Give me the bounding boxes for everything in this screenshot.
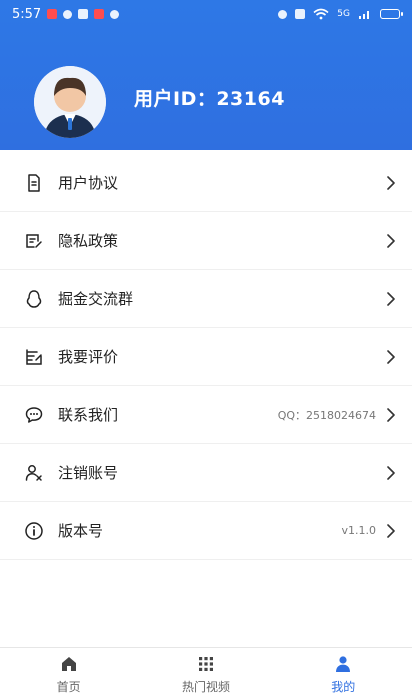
- version-value: v1.1.0: [341, 524, 377, 537]
- info-icon: [22, 519, 46, 543]
- menu-item-label: 联系我们: [58, 406, 119, 424]
- profile-header: 5:57 5G 用户ID：23164: [0, 0, 412, 150]
- alarm-icon: [278, 9, 288, 19]
- menu-item-label: 隐私政策: [58, 232, 119, 250]
- policy-icon: [22, 229, 46, 253]
- chevron-right-icon: [384, 291, 398, 306]
- notification-icon: [63, 9, 73, 19]
- network-type: 5G: [337, 9, 350, 19]
- notification-icon: [78, 9, 89, 19]
- tab-mine[interactable]: 我的: [298, 654, 388, 695]
- status-bar: 5:57 5G: [0, 0, 412, 28]
- user-remove-icon: [22, 461, 46, 485]
- menu-item-label: 用户协议: [58, 174, 119, 192]
- user-id-label: 用户ID：23164: [134, 88, 285, 110]
- grid-icon: [198, 656, 213, 671]
- tab-home[interactable]: 首页: [24, 654, 114, 695]
- signal-icon: [359, 11, 369, 19]
- chevron-right-icon: [384, 175, 398, 190]
- tab-popular-videos[interactable]: 热门视频: [161, 654, 251, 695]
- menu-item-rate-app[interactable]: 我要评价: [0, 328, 412, 386]
- chevron-right-icon: [384, 233, 398, 248]
- qq-penguin-icon: [22, 287, 46, 311]
- menu-item-privacy-policy[interactable]: 隐私政策: [0, 212, 412, 270]
- menu-item-label: 注销账号: [58, 464, 119, 482]
- status-time: 5:57: [12, 6, 42, 22]
- edit-icon: [22, 345, 46, 369]
- chevron-right-icon: [384, 465, 398, 480]
- status-bar-right: 5G: [278, 8, 403, 20]
- wifi-icon: [313, 8, 329, 20]
- status-bar-left: 5:57: [12, 6, 120, 22]
- contact-qq-value: QQ：2518024674: [277, 408, 376, 422]
- mute-icon: [295, 9, 306, 19]
- menu-item-delete-account[interactable]: 注销账号: [0, 444, 412, 502]
- menu-item-community-group[interactable]: 掘金交流群: [0, 270, 412, 328]
- document-icon: [22, 171, 46, 195]
- user-icon: [336, 655, 351, 672]
- tab-label: 热门视频: [181, 679, 230, 694]
- menu-item-label: 掘金交流群: [58, 290, 134, 308]
- avatar-image: [34, 66, 106, 138]
- notification-icon: [110, 9, 120, 19]
- menu-item-label: 我要评价: [58, 348, 119, 366]
- chevron-right-icon: [384, 407, 398, 422]
- menu-item-user-agreement[interactable]: 用户协议: [0, 154, 412, 212]
- chevron-right-icon: [384, 349, 398, 364]
- avatar[interactable]: [34, 66, 106, 138]
- menu-item-version[interactable]: 版本号 v1.1.0: [0, 502, 412, 560]
- bottom-tabbar: 首页 热门视频 我的: [0, 647, 412, 700]
- chat-bubble-icon: [22, 403, 46, 427]
- chevron-right-icon: [384, 523, 398, 538]
- battery-icon: [380, 9, 403, 19]
- menu-item-contact-us[interactable]: 联系我们 QQ：2518024674: [0, 386, 412, 444]
- notification-icon: [47, 9, 58, 19]
- settings-menu: 用户协议 隐私政策 掘金交流群 我要评价 联系我们 QQ：2518024674 …: [0, 154, 412, 560]
- menu-item-label: 版本号: [58, 522, 104, 540]
- notification-icon: [94, 9, 105, 19]
- home-icon: [61, 656, 76, 671]
- tab-label: 我的: [331, 679, 356, 694]
- tab-label: 首页: [56, 679, 81, 694]
